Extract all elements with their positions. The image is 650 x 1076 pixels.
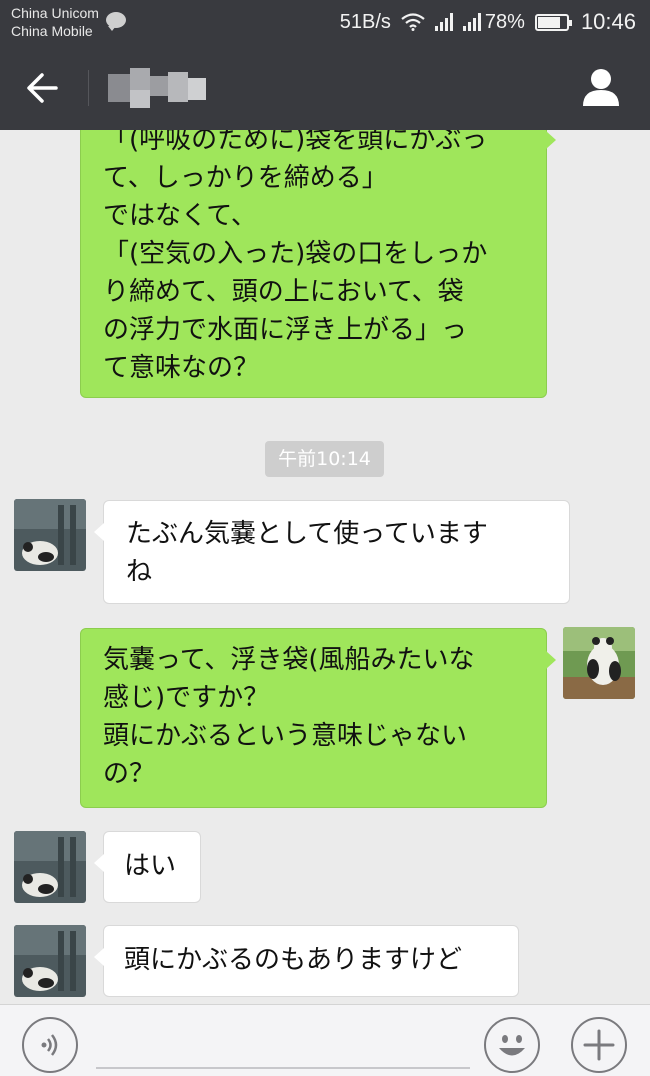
message-line: 感じ)ですか？ [103, 683, 270, 713]
message-line: 気嚢って、浮き袋(風船みたいな [103, 645, 475, 675]
message-bubble-outgoing[interactable]: 気嚢って、浮き袋(風船みたいな 感じ)ですか？ 頭にかぶるという意味じゃない の… [80, 628, 556, 808]
timestamp: 午前10:14 [265, 441, 384, 477]
message-line: 「(空気の入った)袋の口をしっか [103, 239, 488, 269]
message-line: はい [124, 851, 177, 881]
panda-avatar-icon [14, 499, 86, 571]
message-line: の？ [103, 759, 156, 789]
network-speed: 51B/s [339, 10, 391, 33]
message-line: 頭にかぶるのもありますけど [124, 945, 463, 975]
input-bar [0, 1004, 650, 1076]
message-line: て意味なの？ [103, 353, 260, 383]
person-icon [583, 69, 619, 106]
voice-button[interactable] [22, 1017, 78, 1073]
chat-bubble-icon [106, 12, 126, 31]
status-bar: China Unicom China Mobile 51B/s 78% 10:4… [0, 0, 650, 44]
profile-button[interactable] [580, 66, 622, 108]
panda-avatar-icon [14, 925, 86, 997]
message-line: 「(呼吸のために)袋を頭にかぶっ [103, 130, 488, 155]
battery-percent: 78% [484, 10, 525, 33]
message-line: て、しっかりを締める」 [103, 163, 388, 193]
arrow-left-icon [27, 73, 58, 103]
contact-avatar[interactable] [14, 925, 86, 997]
chat-header [0, 44, 650, 130]
back-button[interactable] [18, 64, 66, 112]
message-bubble-incoming[interactable]: たぶん気嚢として使っています ね [94, 500, 570, 604]
message-line: 頭にかぶるという意味じゃない [103, 721, 468, 751]
message-line: り締めて、頭の上において、袋 [103, 277, 464, 307]
signal-icon-1 [434, 13, 453, 31]
message-list[interactable]: 「(呼吸のために)袋を頭にかぶっ て、しっかりを締める」 ではなくて、 「(空気… [0, 130, 650, 1004]
message-bubble-outgoing[interactable]: 「(呼吸のために)袋を頭にかぶっ て、しっかりを締める」 ではなくて、 「(空気… [80, 130, 556, 398]
smiley-icon [499, 1035, 525, 1056]
message-bubble-incoming[interactable]: はい [94, 831, 201, 903]
voice-icon [41, 1034, 58, 1056]
wifi-icon [401, 13, 425, 31]
plus-icon [583, 1029, 615, 1061]
panda-avatar-icon [563, 627, 635, 699]
more-button[interactable] [571, 1017, 627, 1073]
signal-icon-2 [462, 13, 481, 31]
message-line: ではなくて、 [103, 201, 257, 231]
message-bubble-incoming[interactable]: 頭にかぶるのもありますけど [94, 925, 519, 997]
status-indicators: 51B/s 78% 10:46 [340, 8, 636, 36]
contact-avatar[interactable] [14, 499, 86, 571]
clock: 10:46 [580, 9, 636, 34]
contact-avatar[interactable] [14, 831, 86, 903]
my-avatar[interactable] [563, 627, 635, 699]
carrier-2: China Mobile [11, 23, 93, 39]
panda-avatar-icon [14, 831, 86, 903]
emoji-button[interactable] [484, 1017, 540, 1073]
message-input[interactable] [96, 1067, 470, 1069]
message-line: の浮力で水面に浮き上がる」っ [103, 315, 468, 345]
carrier-1: China Unicom [11, 5, 99, 21]
battery-icon [534, 13, 572, 31]
message-line: ね [126, 557, 153, 587]
contact-name-blurred [108, 68, 206, 108]
message-line: たぶん気嚢として使っています [126, 519, 488, 549]
header-divider [88, 70, 89, 106]
carrier-info: China Unicom China Mobile [11, 4, 99, 40]
